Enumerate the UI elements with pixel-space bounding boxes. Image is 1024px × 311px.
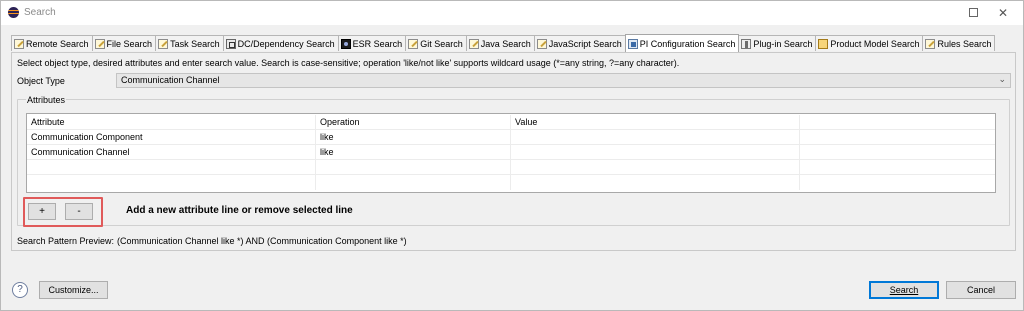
maximize-button[interactable] xyxy=(963,4,983,22)
window-title: Search xyxy=(24,7,56,18)
dc-icon xyxy=(225,38,236,49)
tab-pi-configuration-search[interactable]: PI Configuration Search xyxy=(624,34,740,52)
search-tabs: Remote Search File Search Task Search DC… xyxy=(11,34,996,52)
attribute-cell[interactable]: Communication Channel xyxy=(27,145,316,160)
tab-file-search[interactable]: File Search xyxy=(91,35,157,51)
attribute-cell[interactable] xyxy=(27,160,316,175)
tab-label: Task Search xyxy=(170,38,220,49)
plugin-icon xyxy=(741,38,752,49)
add-attribute-button[interactable]: + xyxy=(28,203,56,220)
table-row[interactable] xyxy=(27,175,995,190)
tab-label: Java Search xyxy=(480,38,531,49)
tab-product-model-search[interactable]: Product Model Search xyxy=(815,35,924,51)
tab-java-search[interactable]: Java Search xyxy=(465,35,535,51)
column-header-value[interactable]: Value xyxy=(511,115,800,130)
column-header-extra[interactable] xyxy=(800,115,995,130)
tab-label: PI Configuration Search xyxy=(639,38,736,49)
pen-icon xyxy=(94,38,105,49)
cancel-button[interactable]: Cancel xyxy=(946,281,1016,299)
eclipse-icon xyxy=(8,7,19,18)
extra-cell xyxy=(800,160,995,175)
search-dialog: Search ✕ Remote Search File Search Task … xyxy=(0,0,1024,311)
table-header: Attribute Operation Value xyxy=(27,115,995,130)
operation-cell[interactable] xyxy=(316,160,511,175)
attribute-cell[interactable] xyxy=(27,175,316,190)
tab-rules-search[interactable]: Rules Search xyxy=(922,35,996,51)
attributes-table: Attribute Operation Value Communication … xyxy=(26,113,996,193)
tab-task-search[interactable]: Task Search xyxy=(155,35,224,51)
tab-label: Product Model Search xyxy=(830,38,920,49)
pen-icon xyxy=(925,38,936,49)
value-cell[interactable] xyxy=(511,175,800,190)
search-button-label: Search xyxy=(889,285,919,295)
value-cell[interactable] xyxy=(511,160,800,175)
search-pattern-preview-value: (Communication Channel like *) AND (Comm… xyxy=(117,236,407,246)
extra-cell xyxy=(800,145,995,160)
table-row[interactable]: Communication Channel like xyxy=(27,145,995,160)
pen-icon xyxy=(408,38,419,49)
extra-cell xyxy=(800,130,995,145)
object-type-value: Communication Channel xyxy=(121,75,220,85)
product-icon xyxy=(818,38,829,49)
pi-icon xyxy=(627,38,638,49)
attribute-cell[interactable]: Communication Component xyxy=(27,130,316,145)
column-header-operation[interactable]: Operation xyxy=(316,115,511,130)
table-row[interactable]: Communication Component like xyxy=(27,130,995,145)
table-row[interactable] xyxy=(27,160,995,175)
customize-button[interactable]: Customize... xyxy=(39,281,108,299)
remove-attribute-button[interactable]: - xyxy=(65,203,93,220)
esr-icon xyxy=(340,38,351,49)
instructions-text: Select object type, desired attributes a… xyxy=(17,58,680,68)
close-button[interactable]: ✕ xyxy=(993,4,1013,22)
tab-label: Remote Search xyxy=(26,38,89,49)
search-pattern-preview-label: Search Pattern Preview: xyxy=(17,236,115,246)
tab-remote-search[interactable]: Remote Search xyxy=(11,35,93,51)
tab-dc-dependency-search[interactable]: DC/Dependency Search xyxy=(222,35,339,51)
operation-cell[interactable]: like xyxy=(316,130,511,145)
column-header-attribute[interactable]: Attribute xyxy=(27,115,316,130)
tab-javascript-search[interactable]: JavaScript Search xyxy=(533,35,626,51)
value-cell[interactable] xyxy=(511,145,800,160)
object-type-select[interactable]: Communication Channel ⌄ xyxy=(116,73,1011,88)
tab-label: File Search xyxy=(106,38,153,49)
maximize-icon xyxy=(968,8,978,17)
attributes-group-label: Attributes xyxy=(26,95,67,105)
pen-icon xyxy=(536,38,547,49)
tab-label: JavaScript Search xyxy=(548,38,622,49)
tab-label: Rules Search xyxy=(937,38,992,49)
help-icon[interactable]: ? xyxy=(12,282,28,298)
operation-cell[interactable]: like xyxy=(316,145,511,160)
value-cell[interactable] xyxy=(511,130,800,145)
operation-cell[interactable] xyxy=(316,175,511,190)
tab-plug-in-search[interactable]: Plug-in Search xyxy=(738,35,817,51)
tab-label: Plug-in Search xyxy=(753,38,813,49)
pi-configuration-panel: Select object type, desired attributes a… xyxy=(11,52,1016,251)
tab-esr-search[interactable]: ESR Search xyxy=(337,35,407,51)
tab-label: Git Search xyxy=(420,38,463,49)
pen-icon xyxy=(14,38,24,49)
pen-icon xyxy=(158,38,169,49)
pen-icon xyxy=(468,38,479,49)
extra-cell xyxy=(800,175,995,190)
tab-git-search[interactable]: Git Search xyxy=(405,35,467,51)
chevron-down-icon: ⌄ xyxy=(998,74,1006,84)
tab-label: ESR Search xyxy=(352,38,403,49)
annotation-text: Add a new attribute line or remove selec… xyxy=(126,205,353,216)
tab-label: DC/Dependency Search xyxy=(237,38,335,49)
title-bar: Search ✕ xyxy=(1,1,1023,25)
object-type-label: Object Type xyxy=(17,76,65,86)
search-button[interactable]: Search xyxy=(869,281,939,299)
